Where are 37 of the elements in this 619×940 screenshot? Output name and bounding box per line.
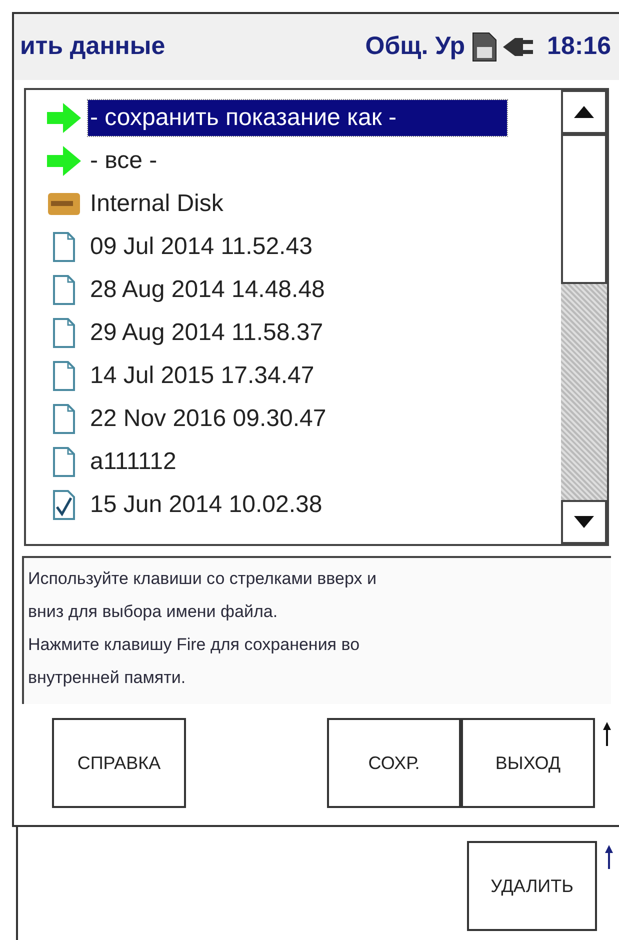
up-arrow-icon [605,845,613,869]
up-arrow-icon [574,106,594,118]
screen-title: ить данные [20,31,166,62]
softkey-button[interactable]: ВЫХОД [461,718,595,808]
file-list-item[interactable]: 22 Nov 2016 09.30.47 [88,400,328,436]
document-icon [52,274,76,304]
arrow-icon [47,146,81,176]
scrollbar[interactable] [561,90,607,544]
document-icon [52,318,76,348]
document-icon [52,232,76,262]
file-list-item[interactable]: 14 Jul 2015 17.34.47 [88,358,316,394]
clock: 18:16 [547,31,611,62]
arrow-icon [47,102,81,132]
down-arrow-icon [574,516,594,528]
checked-document-icon [52,490,76,520]
profile-label: Общ. Ур [365,31,466,62]
file-list-item[interactable]: - все - [88,142,160,178]
up-arrow-icon [603,722,611,746]
file-list-item[interactable]: a111112 [88,444,178,480]
softkey-button[interactable]: СОХР. [327,718,461,808]
file-list-item[interactable]: Internal Disk [88,186,226,222]
scroll-down-button[interactable] [561,500,607,544]
document-icon [52,404,76,434]
file-list-item[interactable]: 15 Jun 2014 10.02.38 [88,486,324,522]
document-icon [52,446,76,476]
scroll-up-button[interactable] [561,90,607,134]
drive-icon [47,190,81,216]
help-text: Используйте клавиши со стрелками вверх и вниз для выбора имени файла. Нажмите клавишу Fire для сохранения во внутренней памяти. [22,556,611,704]
file-list-item[interactable]: - сохранить показание как - [88,100,507,136]
sd-card-icon [471,32,498,62]
delete-button[interactable]: УДАЛИТЬ [467,841,597,931]
file-list-item[interactable]: 28 Aug 2014 14.48.48 [88,272,327,308]
file-list-item[interactable]: 09 Jul 2014 11.52.43 [88,228,314,264]
scroll-thumb[interactable] [561,134,607,284]
file-list-item[interactable]: 29 Aug 2014 11.58.37 [88,314,326,350]
softkey-button[interactable]: СПРАВКА [52,718,186,808]
document-icon [52,360,76,390]
